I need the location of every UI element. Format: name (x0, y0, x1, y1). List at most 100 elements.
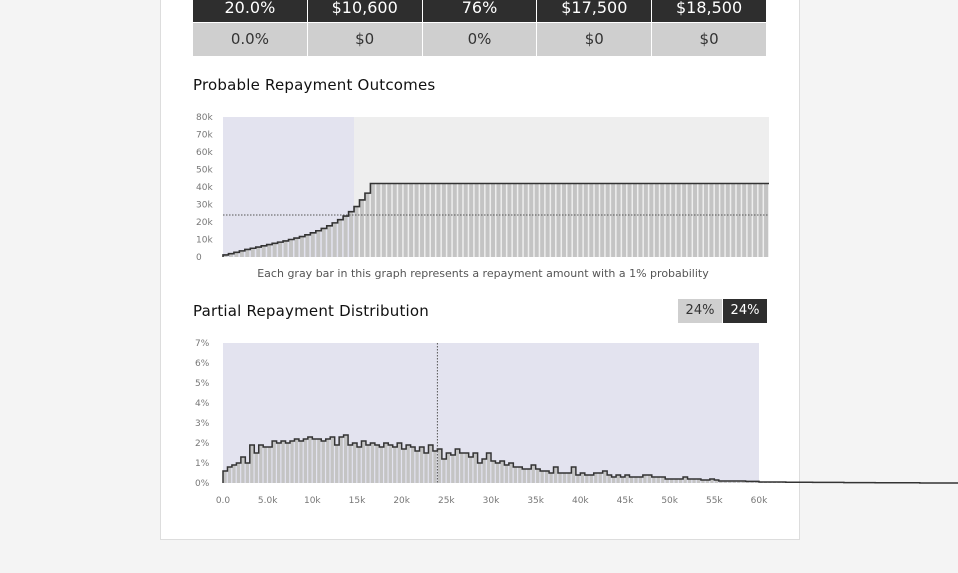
distribution-bar (272, 441, 276, 483)
distribution-bar (245, 463, 249, 483)
outcome-bar (764, 183, 768, 257)
outcome-bar (278, 242, 283, 257)
outcome-bar (758, 183, 763, 257)
x-tick-label: 20k (393, 496, 410, 506)
distribution-bar (250, 445, 254, 483)
outcome-bar (583, 183, 588, 257)
outcome-bar (742, 183, 747, 257)
distribution-bar (562, 473, 567, 483)
outcome-bar (436, 183, 441, 257)
outcome-bar (572, 183, 577, 257)
outcome-bar (507, 183, 512, 257)
distribution-bar (620, 477, 625, 483)
distribution-bar (433, 451, 437, 483)
distribution-bar (352, 443, 357, 483)
outcome-bar (676, 183, 681, 257)
y-tick-label: 30k (196, 201, 213, 211)
distribution-bar (308, 437, 312, 483)
outcome-bar (354, 206, 359, 257)
outcome-bar (534, 183, 539, 257)
chart-caption: Each gray bar in this graph represents a… (257, 267, 709, 280)
x-tick-label: 25k (438, 496, 455, 506)
distribution-bar (285, 443, 290, 483)
distribution-bar (500, 461, 504, 483)
distribution-bar (268, 447, 272, 483)
x-tick-label: 15k (349, 496, 366, 506)
outcome-bar (261, 245, 266, 257)
outcome-bar (250, 248, 255, 257)
outcome-bar (381, 183, 386, 257)
outcome-bar (523, 183, 528, 257)
distribution-bar (473, 453, 477, 483)
x-tick-label: 40k (572, 496, 589, 506)
outcome-bar (605, 183, 610, 257)
outcome-bar (512, 183, 517, 257)
outcome-bar (360, 199, 364, 257)
distribution-bar (585, 475, 589, 483)
distribution-bar (312, 439, 316, 483)
outcome-bar (567, 183, 572, 257)
outcome-bar (627, 183, 632, 257)
distribution-bar (491, 461, 495, 483)
distribution-bar (375, 445, 379, 483)
outcome-bar (594, 183, 599, 257)
distribution-bar (509, 463, 513, 483)
outcome-bar (480, 183, 485, 257)
outcome-bar (430, 183, 435, 257)
distribution-bar (486, 453, 491, 483)
distribution-bar (495, 463, 500, 483)
distribution-bar (397, 443, 401, 483)
distribution-bar (603, 471, 607, 483)
distribution-bar (616, 475, 620, 483)
outcome-bar (643, 183, 648, 257)
outcome-bar (343, 216, 348, 257)
distribution-bar (589, 475, 593, 483)
outcome-bar (458, 183, 463, 257)
distribution-bar (339, 437, 343, 483)
distribution-bar (652, 477, 656, 483)
outcome-bar (709, 183, 714, 257)
outcome-bar (398, 183, 403, 257)
x-tick-label: 0.0 (216, 496, 231, 506)
y-tick-label: 4% (195, 399, 210, 409)
distribution-bar (625, 475, 629, 483)
outcome-bar (622, 183, 627, 257)
distribution-bar (259, 445, 263, 483)
outcome-bar (654, 183, 659, 257)
distribution-bar (388, 445, 392, 483)
outcome-bar (305, 234, 310, 257)
distribution-bar (647, 475, 651, 483)
distribution-bar (254, 453, 258, 483)
distribution-bar (361, 441, 366, 483)
outcome-bar (474, 183, 479, 257)
y-tick-label: 0% (195, 479, 210, 489)
y-tick-label: 10k (196, 236, 213, 246)
x-tick-label: 35k (527, 496, 544, 506)
y-tick-label: 70k (196, 131, 213, 141)
outcome-bar (332, 222, 337, 257)
x-tick-label: 10k (304, 496, 321, 506)
distribution-bar (661, 477, 665, 483)
outcome-bar (725, 183, 730, 257)
distribution-bar (344, 435, 348, 483)
outcome-bar (545, 183, 550, 257)
charts-canvas: 0 10k 20k 30k 40k 50k 60k 70k 80k Each gray bar i… (195, 113, 958, 506)
outcome-bar (687, 183, 692, 257)
outcome-bar (267, 244, 272, 257)
distribution-bar (223, 471, 227, 483)
distribution-bar (638, 477, 643, 483)
distribution-bar (482, 459, 486, 483)
outcome-bar (693, 183, 698, 257)
distribution-bar (629, 477, 634, 483)
distribution-bar (241, 457, 245, 483)
distribution-bar (326, 439, 330, 483)
distribution-bar (428, 445, 433, 483)
outcome-bar (518, 183, 523, 257)
outcome-bar (403, 183, 408, 257)
outcome-bar (731, 183, 736, 257)
outcome-bar (420, 183, 425, 257)
distribution-bar (580, 473, 584, 483)
y-tick-label: 50k (196, 166, 213, 176)
outcome-bar (365, 193, 370, 257)
distribution-bar (553, 467, 558, 483)
